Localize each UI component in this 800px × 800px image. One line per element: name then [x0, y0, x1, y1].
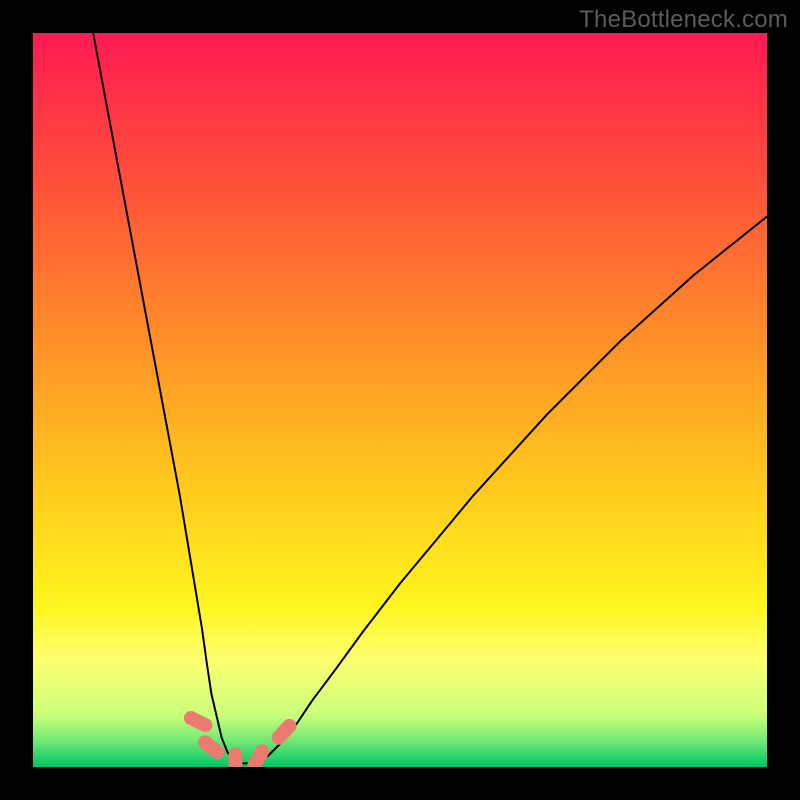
outer-frame: TheBottleneck.com	[0, 0, 800, 800]
gradient-background	[33, 33, 767, 767]
bottleneck-chart	[33, 33, 767, 767]
watermark-text: TheBottleneck.com	[579, 6, 788, 34]
curve-marker	[229, 748, 243, 767]
